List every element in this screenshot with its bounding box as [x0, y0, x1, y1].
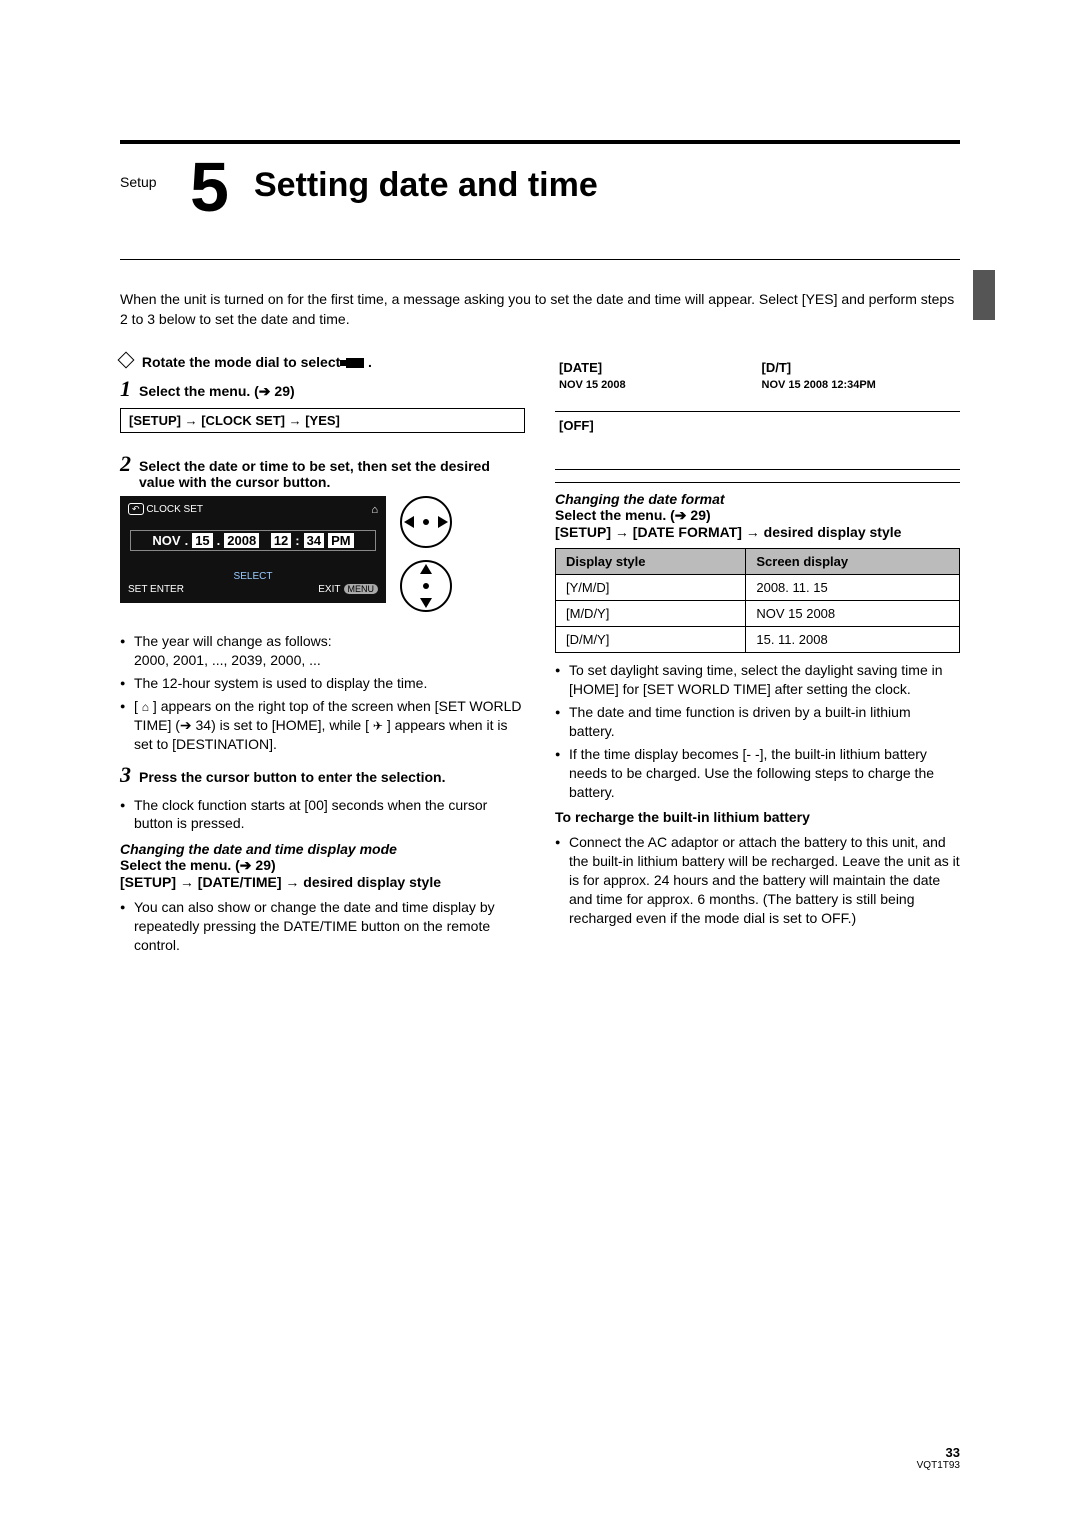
select-menu-29-b: Select the menu. (➔ 29)	[555, 507, 960, 524]
page-footer: 33 VQT1T93	[917, 1445, 960, 1471]
camera-icon	[346, 358, 364, 368]
changing-display-mode-heading: Changing the date and time display mode	[120, 841, 525, 857]
section-number: 5	[190, 156, 229, 219]
note-recharge: Connect the AC adaptor or attach the bat…	[555, 833, 960, 927]
menu-path-step1: [SETUP] → [CLOCK SET] → [YES]	[120, 408, 525, 433]
lcd-screenshot: ↶ CLOCK SET ⌂ NOV . 15 . 2008 12 : 34 PM	[120, 496, 386, 603]
diamond-icon	[118, 352, 135, 369]
note-dashes: If the time display becomes [- -], the b…	[555, 745, 960, 802]
menu-badge: MENU	[344, 584, 379, 594]
note-year: The year will change as follows: 2000, 2…	[120, 632, 525, 670]
menu-path-dateformat: [SETUP] → [DATE FORMAT] → desired displa…	[555, 524, 960, 540]
lcd-date-row: NOV . 15 . 2008 12 : 34 PM	[130, 530, 376, 551]
step-3: 3 Press the cursor button to enter the s…	[120, 762, 525, 788]
display-mode-table: [DATE]NOV 15 2008 [D/T]NOV 15 2008 12:34…	[555, 354, 960, 470]
step-2: 2 Select the date or time to be set, the…	[120, 451, 525, 490]
note-home-dest: [ ⌂ ] appears on the right top of the sc…	[120, 697, 525, 754]
note-remote: You can also show or change the date and…	[120, 898, 525, 955]
section-label: Setup	[120, 174, 190, 190]
left-column: Rotate the mode dial to select . 1 Selec…	[120, 354, 525, 963]
select-menu-29-a: Select the menu. (➔ 29)	[120, 857, 525, 874]
page-header: Setup 5 Setting date and time	[120, 140, 960, 260]
menu-path-datetime: [SETUP] → [DATE/TIME] → desired display …	[120, 874, 525, 890]
manual-page: Setup 5 Setting date and time When the u…	[0, 0, 1080, 1526]
recharge-heading: To recharge the built-in lithium battery	[555, 809, 960, 825]
right-column: [DATE]NOV 15 2008 [D/T]NOV 15 2008 12:34…	[555, 354, 960, 963]
home-glyph-icon: ⌂	[142, 699, 149, 715]
lcd-and-dpads: ↶ CLOCK SET ⌂ NOV . 15 . 2008 12 : 34 PM	[120, 496, 525, 624]
page-title: Setting date and time	[254, 166, 598, 205]
fmt-header-style: Display style	[556, 549, 746, 575]
note-clock-start: The clock function starts at [00] second…	[120, 796, 525, 834]
doc-code: VQT1T93	[917, 1460, 960, 1471]
fmt-header-display: Screen display	[746, 549, 960, 575]
back-icon: ↶	[128, 503, 144, 515]
intro-text: When the unit is turned on for the first…	[120, 290, 960, 329]
rotate-instruction: Rotate the mode dial to select .	[120, 354, 525, 370]
page-number: 33	[917, 1445, 960, 1460]
date-format-table: Display style Screen display [Y/M/D]2008…	[555, 548, 960, 653]
home-icon: ⌂	[371, 504, 378, 516]
step-1: 1 Select the menu. (➔ 29)	[120, 376, 525, 402]
note-dst: To set daylight saving time, select the …	[555, 661, 960, 699]
changing-date-format-heading: Changing the date format	[555, 491, 960, 507]
dpad-up-down-icon	[400, 560, 452, 612]
dpad-left-right-icon	[400, 496, 452, 548]
note-lithium: The date and time function is driven by …	[555, 703, 960, 741]
plane-icon: ✈	[373, 718, 383, 734]
side-tab	[973, 270, 995, 320]
divider	[555, 482, 960, 483]
note-12hr: The 12-hour system is used to display th…	[120, 674, 525, 693]
